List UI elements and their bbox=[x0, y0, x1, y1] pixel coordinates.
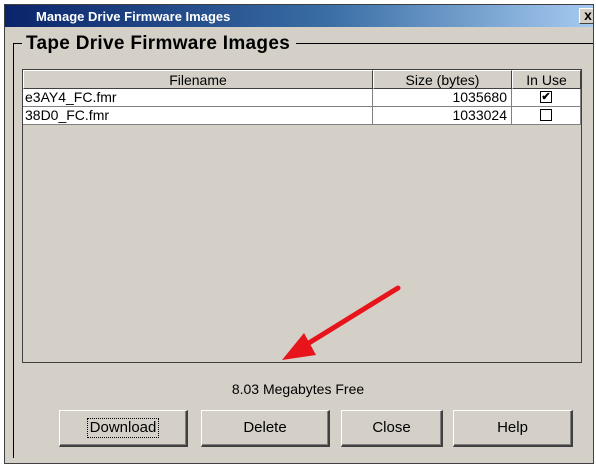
delete-button[interactable]: Delete bbox=[201, 410, 330, 447]
close-button[interactable]: Close bbox=[341, 410, 443, 447]
window-title: Manage Drive Firmware Images bbox=[36, 9, 231, 24]
table-row[interactable]: 38D0_FC.fmr 1033024 bbox=[23, 107, 581, 125]
cell-size: 1035680 bbox=[373, 89, 512, 107]
download-button[interactable]: Download bbox=[59, 410, 188, 447]
title-bar[interactable]: Manage Drive Firmware Images x bbox=[5, 5, 593, 27]
firmware-table: Filename Size (bytes) In Use e3AY4_FC.fm… bbox=[22, 69, 582, 363]
help-button[interactable]: Help bbox=[453, 410, 573, 447]
column-header-size[interactable]: Size (bytes) bbox=[373, 70, 512, 89]
download-button-label: Download bbox=[86, 418, 160, 438]
group-title: Tape Drive Firmware Images bbox=[22, 34, 297, 54]
cell-filename: e3AY4_FC.fmr bbox=[23, 89, 373, 107]
close-icon: x bbox=[584, 7, 592, 23]
cell-in-use bbox=[512, 107, 581, 125]
cell-size: 1033024 bbox=[373, 107, 512, 125]
free-space-label: 8.03 Megabytes Free bbox=[231, 381, 365, 397]
column-header-in-use[interactable]: In Use bbox=[512, 70, 581, 89]
table-header: Filename Size (bytes) In Use bbox=[23, 70, 581, 89]
in-use-checkbox[interactable] bbox=[540, 109, 552, 121]
close-window-button[interactable]: x bbox=[579, 7, 593, 24]
cell-in-use: ✔ bbox=[512, 89, 581, 107]
in-use-checkbox[interactable]: ✔ bbox=[540, 91, 552, 103]
cell-filename: 38D0_FC.fmr bbox=[23, 107, 373, 125]
column-header-filename[interactable]: Filename bbox=[23, 70, 373, 89]
table-row[interactable]: e3AY4_FC.fmr 1035680 ✔ bbox=[23, 89, 581, 107]
